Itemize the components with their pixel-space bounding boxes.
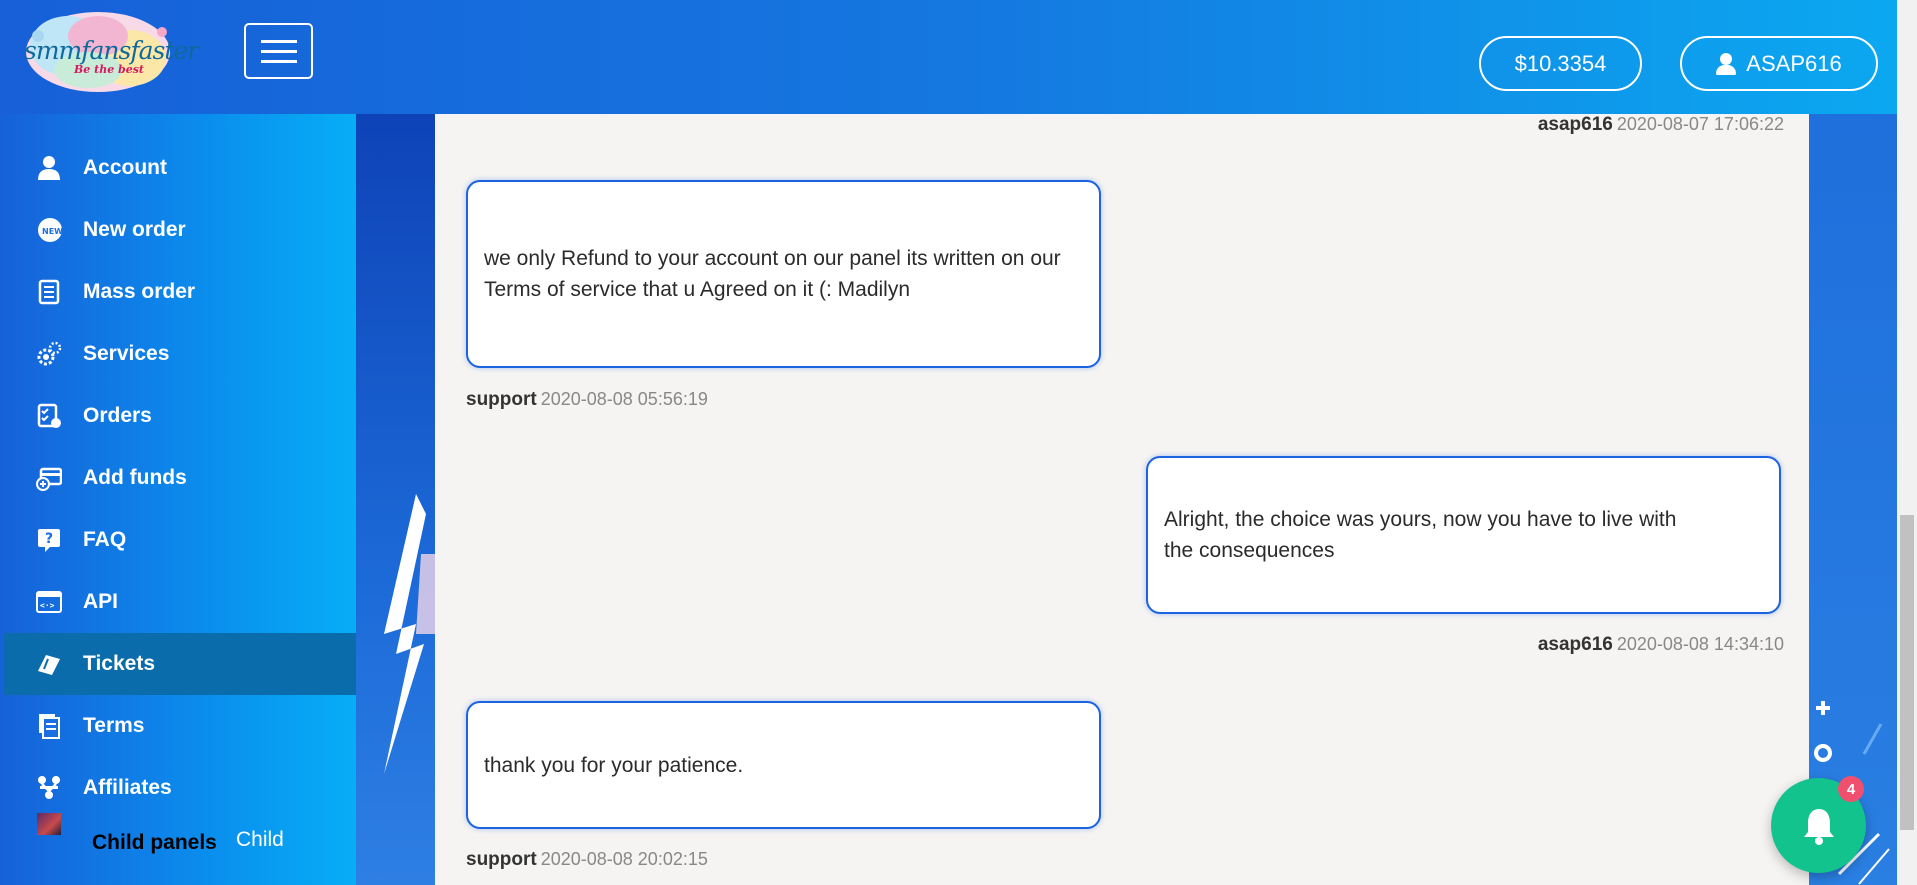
sidebar: Account NEW New order Mass order Service…: [0, 114, 356, 885]
message-author: support: [466, 849, 537, 870]
wallet-plus-icon: [36, 467, 62, 491]
hamburger-bar: [260, 39, 297, 43]
sidebar-item-label: API: [83, 590, 119, 613]
document-stack-icon: [39, 714, 60, 739]
list-document-icon: [38, 279, 60, 305]
bell-icon: [1803, 808, 1834, 845]
new-badge-icon: NEW: [38, 218, 62, 242]
sidebar-item-label: FAQ: [83, 528, 127, 551]
message-timestamp: 2020-08-07 17:06:22: [1616, 114, 1784, 134]
logo-text: smmfansfaster: [24, 36, 199, 65]
message-meta: support 2020-08-08 20:02:15: [466, 849, 708, 871]
sidebar-item-label: Services: [83, 342, 170, 365]
message-timestamp: 2020-08-08 05:56:19: [540, 389, 708, 409]
sidebar-item-child-panels[interactable]: Child panels Child: [0, 813, 356, 875]
sidebar-item-label: Affiliates: [83, 776, 172, 799]
message-bubble-support: thank you for your patience.: [466, 701, 1101, 829]
sidebar-item-faq[interactable]: ? FAQ: [0, 509, 356, 571]
message-timestamp: 2020-08-08 20:02:15: [540, 849, 708, 869]
message-author: asap616: [1537, 634, 1613, 655]
sidebar-item-api[interactable]: <·> API: [0, 571, 356, 633]
lightning-bolt-icon: [384, 494, 435, 774]
message-text: we only Refund to your account on our pa…: [484, 247, 1061, 301]
top-bar: smmfansfaster Be the best $10.3354 ASAP6…: [0, 0, 1897, 114]
user-menu-button[interactable]: ASAP616: [1680, 36, 1878, 91]
sidebar-item-affiliates[interactable]: Affiliates: [0, 757, 356, 819]
sparkle-decoration-icon: [1814, 701, 1890, 885]
svg-text:?: ?: [45, 531, 53, 547]
message-bubble-user: Alright, the choice was yours, now you h…: [1146, 456, 1781, 614]
ticket-conversation: asap616 2020-08-07 17:06:22 we only Refun…: [435, 114, 1809, 885]
child-panels-image: [37, 813, 61, 835]
sidebar-item-terms[interactable]: Terms: [0, 695, 356, 757]
svg-text:NEW: NEW: [42, 227, 62, 236]
child-panels-label-secondary: Child: [236, 828, 284, 851]
hamburger-bar: [260, 49, 297, 53]
menu-toggle-button[interactable]: [244, 23, 313, 79]
decorative-strip-right: [1809, 114, 1897, 885]
notification-count-badge: 4: [1838, 776, 1864, 802]
message-meta: asap616 2020-08-08 14:34:10: [1538, 634, 1784, 656]
message-text: thank you for your patience.: [484, 753, 744, 777]
sidebar-item-label: New order: [83, 218, 186, 241]
message-author: asap616: [1537, 114, 1613, 135]
message-meta: support 2020-08-08 05:56:19: [466, 389, 708, 411]
site-logo[interactable]: smmfansfaster Be the best: [18, 6, 199, 98]
svg-text:<·>: <·>: [40, 601, 55, 610]
sidebar-item-add-funds[interactable]: Add funds: [0, 447, 356, 509]
sidebar-item-account[interactable]: Account: [0, 137, 356, 199]
logo-tagline: Be the best: [74, 63, 144, 76]
user-icon: [1716, 52, 1737, 75]
sidebar-item-tickets[interactable]: Tickets: [4, 633, 356, 695]
checklist-icon: [37, 403, 61, 428]
sidebar-item-label: Account: [83, 156, 167, 179]
ticket-icon: [38, 655, 60, 675]
sidebar-item-services[interactable]: Services: [0, 323, 356, 385]
message-author: support: [466, 389, 537, 410]
sidebar-item-new-order[interactable]: NEW New order: [0, 199, 356, 261]
gears-icon: [37, 341, 62, 366]
code-window-icon: <·>: [36, 591, 62, 613]
message-timestamp: 2020-08-08 14:34:10: [1616, 634, 1784, 654]
question-icon: ?: [38, 529, 60, 552]
people-network-icon: [38, 776, 60, 799]
sidebar-item-orders[interactable]: Orders: [0, 385, 356, 447]
sidebar-item-label: Orders: [83, 404, 152, 427]
child-panels-label: Child panels: [92, 831, 217, 854]
decorative-strip-left: [356, 114, 435, 885]
sidebar-item-label: Tickets: [83, 652, 155, 675]
hamburger-bar: [260, 59, 297, 63]
message-text: Alright, the choice was yours, now you h…: [1164, 508, 1677, 562]
balance-button[interactable]: $10.3354: [1479, 36, 1642, 91]
sidebar-item-label: Add funds: [83, 466, 187, 489]
message-meta: asap616 2020-08-07 17:06:22: [1538, 114, 1784, 136]
user-icon: [38, 156, 60, 180]
sidebar-item-label: Mass order: [83, 280, 196, 303]
balance-amount: $10.3354: [1514, 50, 1607, 76]
message-bubble-support: we only Refund to your account on our pa…: [466, 180, 1101, 368]
username: ASAP616: [1746, 50, 1842, 76]
sidebar-item-label: Terms: [83, 714, 145, 737]
sidebar-item-mass-order[interactable]: Mass order: [0, 261, 356, 323]
scrollbar-thumb[interactable]: [1900, 515, 1914, 830]
